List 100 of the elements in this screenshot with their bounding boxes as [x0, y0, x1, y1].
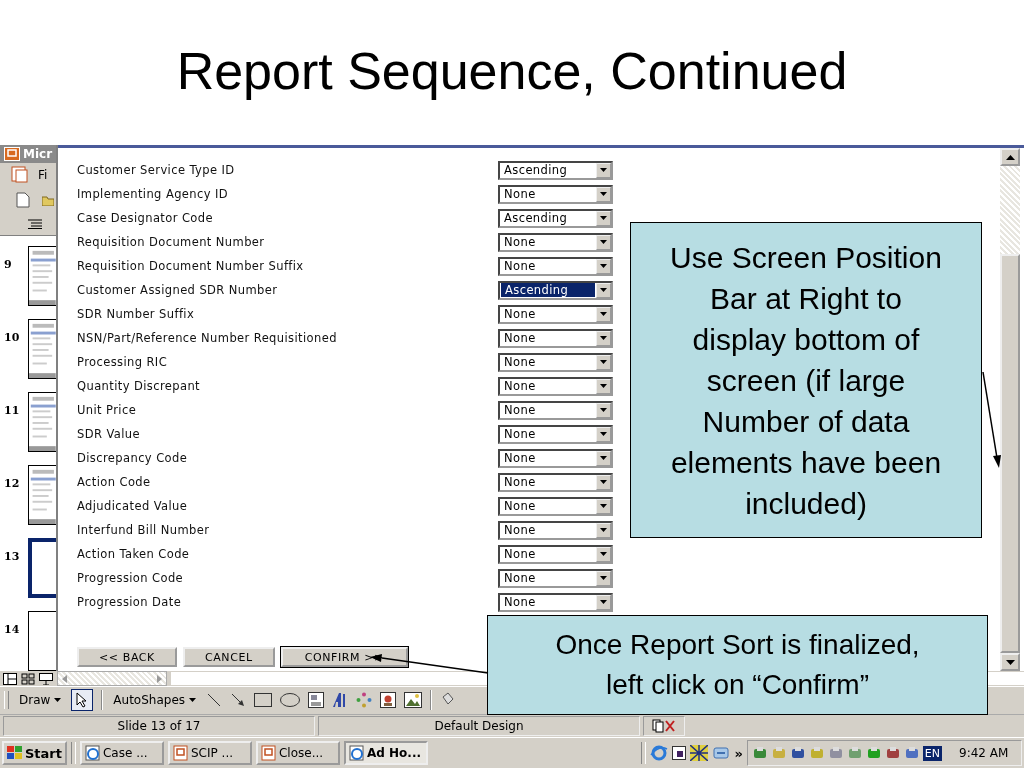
field-label: Processing RIC	[77, 355, 169, 369]
field-label: Customer Service Type ID	[77, 163, 236, 177]
field-label: Requisition Document Number	[77, 235, 266, 249]
more-icons-chevron[interactable]: »	[734, 745, 743, 761]
callout-box: Use Screen Position Bar at Right to display bottom of screen (if large Number of data elements have been included)	[630, 222, 982, 538]
scroll-right-icon[interactable]	[157, 674, 162, 683]
sort-dropdown[interactable]: None	[498, 400, 613, 420]
scroll-down-icon[interactable]	[1005, 659, 1015, 665]
sort-dropdown[interactable]: None	[498, 448, 613, 468]
oval-tool-icon[interactable]	[280, 693, 301, 708]
sort-dropdown[interactable]: None	[498, 184, 613, 204]
rectangle-tool-icon[interactable]	[254, 693, 273, 708]
slide-thumbnail[interactable]	[28, 392, 56, 452]
slide-thumbnail[interactable]	[28, 611, 56, 671]
dropdown-arrow-icon	[600, 504, 607, 508]
scroll-thumb[interactable]	[1000, 254, 1020, 653]
new-file-icon[interactable]	[16, 191, 30, 208]
field-label: Progression Code	[77, 571, 185, 585]
presentation-icon	[261, 745, 277, 762]
sort-dropdown[interactable]: None	[498, 568, 613, 588]
dropdown-arrow-icon	[600, 408, 607, 412]
language-indicator[interactable]: EN	[922, 745, 942, 761]
slide-number: 14	[3, 622, 21, 636]
sort-dropdown[interactable]: None	[498, 496, 613, 516]
window-title: Micr	[23, 147, 53, 161]
windows-flag-icon	[7, 746, 23, 761]
browser-page-icon	[85, 745, 101, 762]
horizontal-scrollbar[interactable]	[57, 671, 167, 686]
form-button[interactable]: CANCEL	[182, 647, 275, 667]
dropdown-arrow-icon	[600, 168, 607, 172]
select-tool-button[interactable]	[71, 689, 94, 712]
sort-dropdown[interactable]: None	[498, 232, 613, 252]
document-icon[interactable]	[672, 746, 687, 761]
field-label: Progression Date	[77, 595, 183, 609]
scroll-up-icon[interactable]	[1005, 154, 1015, 160]
start-button[interactable]: Start	[2, 741, 67, 766]
field-label: Discrepancy Code	[77, 451, 189, 465]
dropdown-arrow-icon	[600, 288, 607, 292]
slideshow-view-icon[interactable]	[39, 672, 53, 685]
draw-menu-button[interactable]: Draw	[17, 693, 64, 708]
taskbar-button[interactable]: SCIP ...	[168, 741, 252, 766]
slide-thumbnail[interactable]	[28, 538, 56, 598]
dropdown-arrow-icon	[600, 384, 607, 388]
sorter-view-icon[interactable]	[21, 672, 35, 685]
caret-icon	[189, 698, 197, 703]
autoshapes-menu-button[interactable]: AutoShapes	[111, 693, 199, 708]
dropdown-arrow-icon	[600, 480, 607, 484]
slide-thumbnail[interactable]	[28, 319, 56, 379]
network-icon[interactable]	[712, 745, 731, 762]
taskbar-button[interactable]: Close...	[256, 741, 340, 766]
scroll-left-icon[interactable]	[62, 674, 67, 683]
dropdown-arrow-icon	[600, 360, 607, 364]
vertical-scrollbar[interactable]	[1000, 148, 1020, 671]
dropdown-arrow-icon	[600, 576, 607, 580]
dropdown-arrow-icon	[600, 312, 607, 316]
sort-dropdown[interactable]: None	[498, 544, 613, 564]
text-box-icon[interactable]	[308, 692, 325, 709]
dropdown-arrow-icon	[600, 336, 607, 340]
menu-item[interactable]: Fi	[38, 168, 48, 182]
sort-dropdown[interactable]: None	[498, 328, 613, 348]
sort-dropdown[interactable]: None	[498, 520, 613, 540]
sort-dropdown[interactable]: None	[498, 256, 613, 276]
sort-dropdown[interactable]: None	[498, 424, 613, 444]
clip-art-icon[interactable]	[380, 692, 397, 709]
dropdown-arrow-icon	[600, 192, 607, 196]
slide-thumbnail[interactable]	[28, 246, 56, 306]
status-design: Default Design	[318, 716, 640, 736]
sort-dropdown[interactable]: None	[498, 304, 613, 324]
normal-view-icon[interactable]	[3, 672, 17, 685]
arrow-tool-icon[interactable]	[230, 692, 247, 709]
field-label: Quantity Discrepant	[77, 379, 201, 393]
diagram-icon[interactable]	[356, 692, 373, 709]
taskbar-button[interactable]: Case ...	[80, 741, 164, 766]
image-icon[interactable]	[404, 692, 423, 709]
sort-dropdown[interactable]: None	[498, 472, 613, 492]
field-label: Customer Assigned SDR Number	[77, 283, 279, 297]
sort-dropdown[interactable]: None	[498, 352, 613, 372]
line-tool-icon[interactable]	[206, 692, 223, 709]
slide-title: Report Sequence, Continued	[176, 40, 848, 102]
field-label: Action Code	[77, 475, 152, 489]
form-button[interactable]: << BACK	[77, 647, 177, 667]
sort-dropdown[interactable]: None	[498, 592, 613, 612]
sort-dropdown[interactable]: None	[498, 376, 613, 396]
dropdown-arrow-icon	[600, 432, 607, 436]
sort-dropdown[interactable]: Ascending	[498, 280, 613, 300]
dropdown-arrow-icon	[600, 456, 607, 460]
clock: 9:42 AM	[959, 746, 1010, 761]
field-label: Interfund Bill Number	[77, 523, 211, 537]
taskbar-button[interactable]: Ad Ho...	[344, 741, 428, 766]
dropdown-arrow-icon	[600, 216, 607, 220]
field-label: Adjudicated Value	[77, 499, 189, 513]
sort-dropdown[interactable]: Ascending	[498, 208, 613, 228]
sort-dropdown[interactable]: Ascending	[498, 160, 613, 180]
slide-number: 10	[3, 330, 21, 344]
field-label: SDR Value	[77, 427, 141, 441]
grid-icon[interactable]	[690, 745, 709, 762]
field-label: Unit Price	[77, 403, 138, 417]
field-label: NSN/Part/Reference Number Requisitioned	[77, 331, 338, 345]
slide-thumbnail[interactable]	[28, 465, 56, 525]
outline-tab-icon[interactable]	[28, 218, 42, 229]
